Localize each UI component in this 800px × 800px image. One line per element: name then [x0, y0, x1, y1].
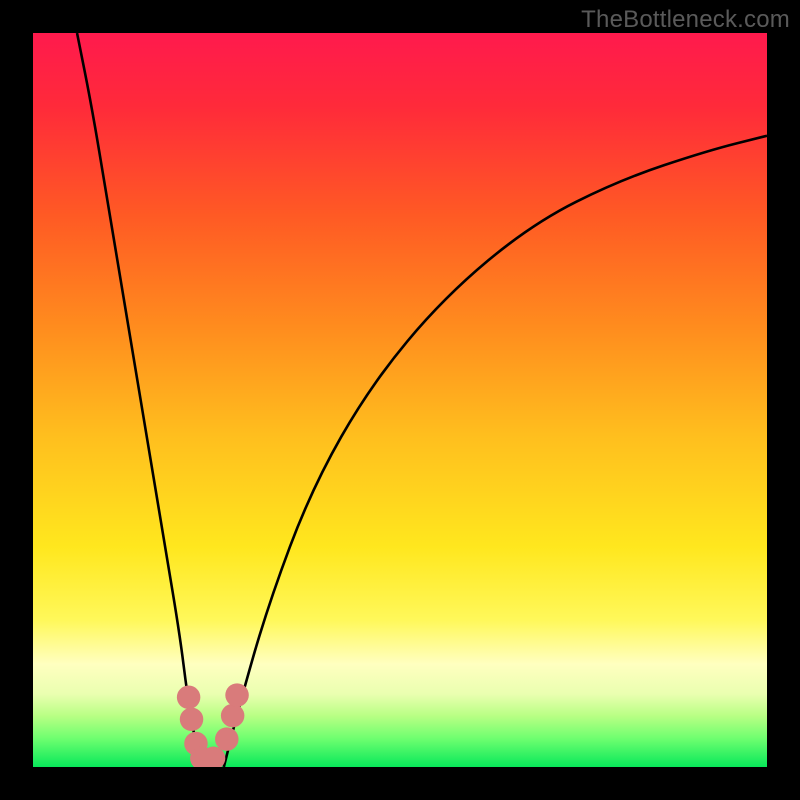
valley-left-top	[177, 686, 200, 709]
curve-left	[77, 33, 202, 767]
curve-right	[224, 136, 767, 767]
valley-right-mid	[221, 704, 244, 727]
chart-frame: TheBottleneck.com	[0, 0, 800, 800]
plot-area	[33, 33, 767, 767]
watermark-text: TheBottleneck.com	[581, 6, 790, 34]
series-right-branch	[224, 136, 767, 767]
series-left-branch	[77, 33, 202, 767]
valley-right-top	[225, 683, 248, 706]
markers	[177, 683, 249, 767]
valley-right-bot	[215, 727, 238, 750]
curve-layer	[33, 33, 767, 767]
valley-left-mid	[180, 708, 203, 731]
